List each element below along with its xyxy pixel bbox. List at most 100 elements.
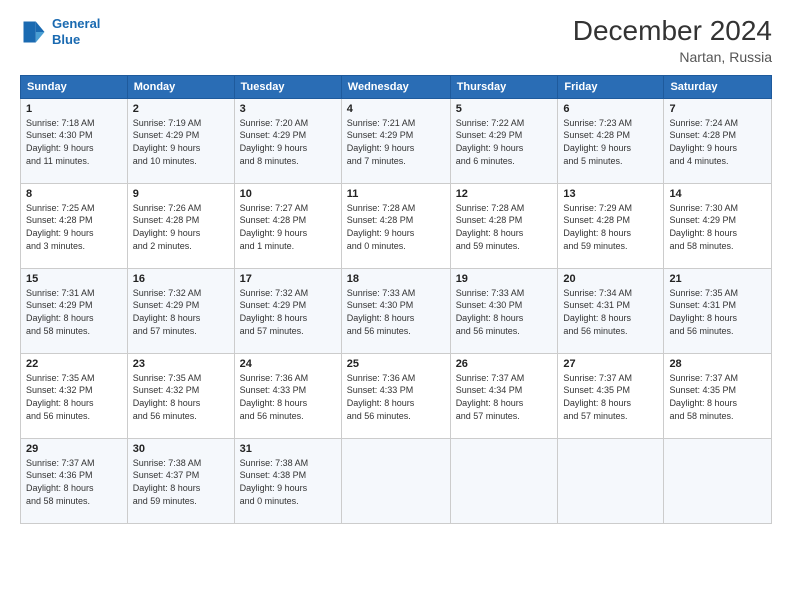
day-cell bbox=[558, 438, 664, 523]
week-row-1: 1Sunrise: 7:18 AM Sunset: 4:30 PM Daylig… bbox=[21, 98, 772, 183]
col-header-monday: Monday bbox=[127, 75, 234, 98]
day-number: 28 bbox=[669, 358, 766, 370]
day-cell: 3 Sunrise: 7:20 AM Sunset: 4:29 PM Daylig… bbox=[234, 98, 341, 183]
day-cell: 1Sunrise: 7:18 AM Sunset: 4:30 PM Daylig… bbox=[21, 98, 128, 183]
day-info: Sunrise: 7:29 AM Sunset: 4:28 PM Dayligh… bbox=[563, 202, 658, 252]
header: General Blue December 2024 Nartan, Russi… bbox=[20, 16, 772, 65]
day-number: 20 bbox=[563, 273, 658, 285]
day-number: 26 bbox=[456, 358, 553, 370]
day-cell: 22 Sunrise: 7:35 AM Sunset: 4:32 PM Dayli… bbox=[21, 353, 128, 438]
day-cell: 19 Sunrise: 7:33 AM Sunset: 4:30 PM Dayli… bbox=[450, 268, 558, 353]
day-cell: 20 Sunrise: 7:34 AM Sunset: 4:31 PM Dayli… bbox=[558, 268, 664, 353]
calendar-body: 1Sunrise: 7:18 AM Sunset: 4:30 PM Daylig… bbox=[21, 98, 772, 523]
day-cell: 15Sunrise: 7:31 AM Sunset: 4:29 PM Dayli… bbox=[21, 268, 128, 353]
day-cell bbox=[341, 438, 450, 523]
day-number: 4 bbox=[347, 103, 445, 115]
day-number: 1 bbox=[26, 103, 122, 115]
week-row-5: 29 Sunrise: 7:37 AM Sunset: 4:36 PM Dayli… bbox=[21, 438, 772, 523]
col-header-wednesday: Wednesday bbox=[341, 75, 450, 98]
day-info: Sunrise: 7:37 AM Sunset: 4:34 PM Dayligh… bbox=[456, 372, 553, 422]
day-number: 13 bbox=[563, 188, 658, 200]
day-cell: 8 Sunrise: 7:25 AM Sunset: 4:28 PM Daylig… bbox=[21, 183, 128, 268]
day-number: 30 bbox=[133, 443, 229, 455]
day-cell: 11Sunrise: 7:28 AM Sunset: 4:28 PM Dayli… bbox=[341, 183, 450, 268]
day-info: Sunrise: 7:20 AM Sunset: 4:29 PM Dayligh… bbox=[240, 117, 336, 167]
day-number: 5 bbox=[456, 103, 553, 115]
day-number: 17 bbox=[240, 273, 336, 285]
page: General Blue December 2024 Nartan, Russi… bbox=[0, 0, 792, 612]
day-info: Sunrise: 7:22 AM Sunset: 4:29 PM Dayligh… bbox=[456, 117, 553, 167]
day-info: Sunrise: 7:28 AM Sunset: 4:28 PM Dayligh… bbox=[347, 202, 445, 252]
day-number: 18 bbox=[347, 273, 445, 285]
day-info: Sunrise: 7:21 AM Sunset: 4:29 PM Dayligh… bbox=[347, 117, 445, 167]
day-info: Sunrise: 7:26 AM Sunset: 4:28 PM Dayligh… bbox=[133, 202, 229, 252]
day-number: 27 bbox=[563, 358, 658, 370]
day-number: 21 bbox=[669, 273, 766, 285]
day-number: 8 bbox=[26, 188, 122, 200]
week-row-2: 8 Sunrise: 7:25 AM Sunset: 4:28 PM Daylig… bbox=[21, 183, 772, 268]
day-cell: 13 Sunrise: 7:29 AM Sunset: 4:28 PM Dayli… bbox=[558, 183, 664, 268]
day-number: 7 bbox=[669, 103, 766, 115]
day-cell: 27 Sunrise: 7:37 AM Sunset: 4:35 PM Dayli… bbox=[558, 353, 664, 438]
day-cell: 6 Sunrise: 7:23 AM Sunset: 4:28 PM Daylig… bbox=[558, 98, 664, 183]
day-info: Sunrise: 7:38 AM Sunset: 4:38 PM Dayligh… bbox=[240, 457, 336, 507]
main-title: December 2024 bbox=[573, 16, 772, 47]
day-cell: 4 Sunrise: 7:21 AM Sunset: 4:29 PM Daylig… bbox=[341, 98, 450, 183]
logo-icon bbox=[20, 18, 48, 46]
day-info: Sunrise: 7:33 AM Sunset: 4:30 PM Dayligh… bbox=[347, 287, 445, 337]
day-cell: 10 Sunrise: 7:27 AM Sunset: 4:28 PM Dayli… bbox=[234, 183, 341, 268]
day-info: Sunrise: 7:37 AM Sunset: 4:35 PM Dayligh… bbox=[669, 372, 766, 422]
day-info: Sunrise: 7:33 AM Sunset: 4:30 PM Dayligh… bbox=[456, 287, 553, 337]
day-number: 25 bbox=[347, 358, 445, 370]
logo-text: General Blue bbox=[52, 16, 100, 47]
day-info: Sunrise: 7:36 AM Sunset: 4:33 PM Dayligh… bbox=[240, 372, 336, 422]
day-cell bbox=[450, 438, 558, 523]
day-info: Sunrise: 7:36 AM Sunset: 4:33 PM Dayligh… bbox=[347, 372, 445, 422]
subtitle: Nartan, Russia bbox=[573, 49, 772, 65]
day-number: 19 bbox=[456, 273, 553, 285]
day-number: 16 bbox=[133, 273, 229, 285]
day-info: Sunrise: 7:34 AM Sunset: 4:31 PM Dayligh… bbox=[563, 287, 658, 337]
day-cell: 14 Sunrise: 7:30 AM Sunset: 4:29 PM Dayli… bbox=[664, 183, 772, 268]
day-number: 23 bbox=[133, 358, 229, 370]
day-number: 10 bbox=[240, 188, 336, 200]
day-number: 3 bbox=[240, 103, 336, 115]
day-number: 22 bbox=[26, 358, 122, 370]
day-info: Sunrise: 7:38 AM Sunset: 4:37 PM Dayligh… bbox=[133, 457, 229, 507]
day-number: 29 bbox=[26, 443, 122, 455]
day-cell: 29 Sunrise: 7:37 AM Sunset: 4:36 PM Dayli… bbox=[21, 438, 128, 523]
day-number: 12 bbox=[456, 188, 553, 200]
week-row-4: 22 Sunrise: 7:35 AM Sunset: 4:32 PM Dayli… bbox=[21, 353, 772, 438]
day-info: Sunrise: 7:35 AM Sunset: 4:31 PM Dayligh… bbox=[669, 287, 766, 337]
day-cell: 25 Sunrise: 7:36 AM Sunset: 4:33 PM Dayli… bbox=[341, 353, 450, 438]
col-header-friday: Friday bbox=[558, 75, 664, 98]
day-number: 14 bbox=[669, 188, 766, 200]
day-cell: 26 Sunrise: 7:37 AM Sunset: 4:34 PM Dayli… bbox=[450, 353, 558, 438]
day-number: 9 bbox=[133, 188, 229, 200]
day-info: Sunrise: 7:32 AM Sunset: 4:29 PM Dayligh… bbox=[133, 287, 229, 337]
day-cell: 2Sunrise: 7:19 AM Sunset: 4:29 PM Daylig… bbox=[127, 98, 234, 183]
day-info: Sunrise: 7:37 AM Sunset: 4:35 PM Dayligh… bbox=[563, 372, 658, 422]
day-cell: 7 Sunrise: 7:24 AM Sunset: 4:28 PM Daylig… bbox=[664, 98, 772, 183]
day-info: Sunrise: 7:19 AM Sunset: 4:29 PM Dayligh… bbox=[133, 117, 229, 167]
day-number: 6 bbox=[563, 103, 658, 115]
week-row-3: 15Sunrise: 7:31 AM Sunset: 4:29 PM Dayli… bbox=[21, 268, 772, 353]
day-info: Sunrise: 7:30 AM Sunset: 4:29 PM Dayligh… bbox=[669, 202, 766, 252]
col-header-sunday: Sunday bbox=[21, 75, 128, 98]
day-info: Sunrise: 7:28 AM Sunset: 4:28 PM Dayligh… bbox=[456, 202, 553, 252]
day-info: Sunrise: 7:24 AM Sunset: 4:28 PM Dayligh… bbox=[669, 117, 766, 167]
day-cell: 18 Sunrise: 7:33 AM Sunset: 4:30 PM Dayli… bbox=[341, 268, 450, 353]
day-info: Sunrise: 7:25 AM Sunset: 4:28 PM Dayligh… bbox=[26, 202, 122, 252]
day-info: Sunrise: 7:23 AM Sunset: 4:28 PM Dayligh… bbox=[563, 117, 658, 167]
header-row: SundayMondayTuesdayWednesdayThursdayFrid… bbox=[21, 75, 772, 98]
day-info: Sunrise: 7:35 AM Sunset: 4:32 PM Dayligh… bbox=[26, 372, 122, 422]
day-number: 24 bbox=[240, 358, 336, 370]
day-cell: 16 Sunrise: 7:32 AM Sunset: 4:29 PM Dayli… bbox=[127, 268, 234, 353]
day-info: Sunrise: 7:32 AM Sunset: 4:29 PM Dayligh… bbox=[240, 287, 336, 337]
day-cell: 12 Sunrise: 7:28 AM Sunset: 4:28 PM Dayli… bbox=[450, 183, 558, 268]
day-cell: 21 Sunrise: 7:35 AM Sunset: 4:31 PM Dayli… bbox=[664, 268, 772, 353]
day-info: Sunrise: 7:27 AM Sunset: 4:28 PM Dayligh… bbox=[240, 202, 336, 252]
col-header-tuesday: Tuesday bbox=[234, 75, 341, 98]
col-header-thursday: Thursday bbox=[450, 75, 558, 98]
day-info: Sunrise: 7:37 AM Sunset: 4:36 PM Dayligh… bbox=[26, 457, 122, 507]
